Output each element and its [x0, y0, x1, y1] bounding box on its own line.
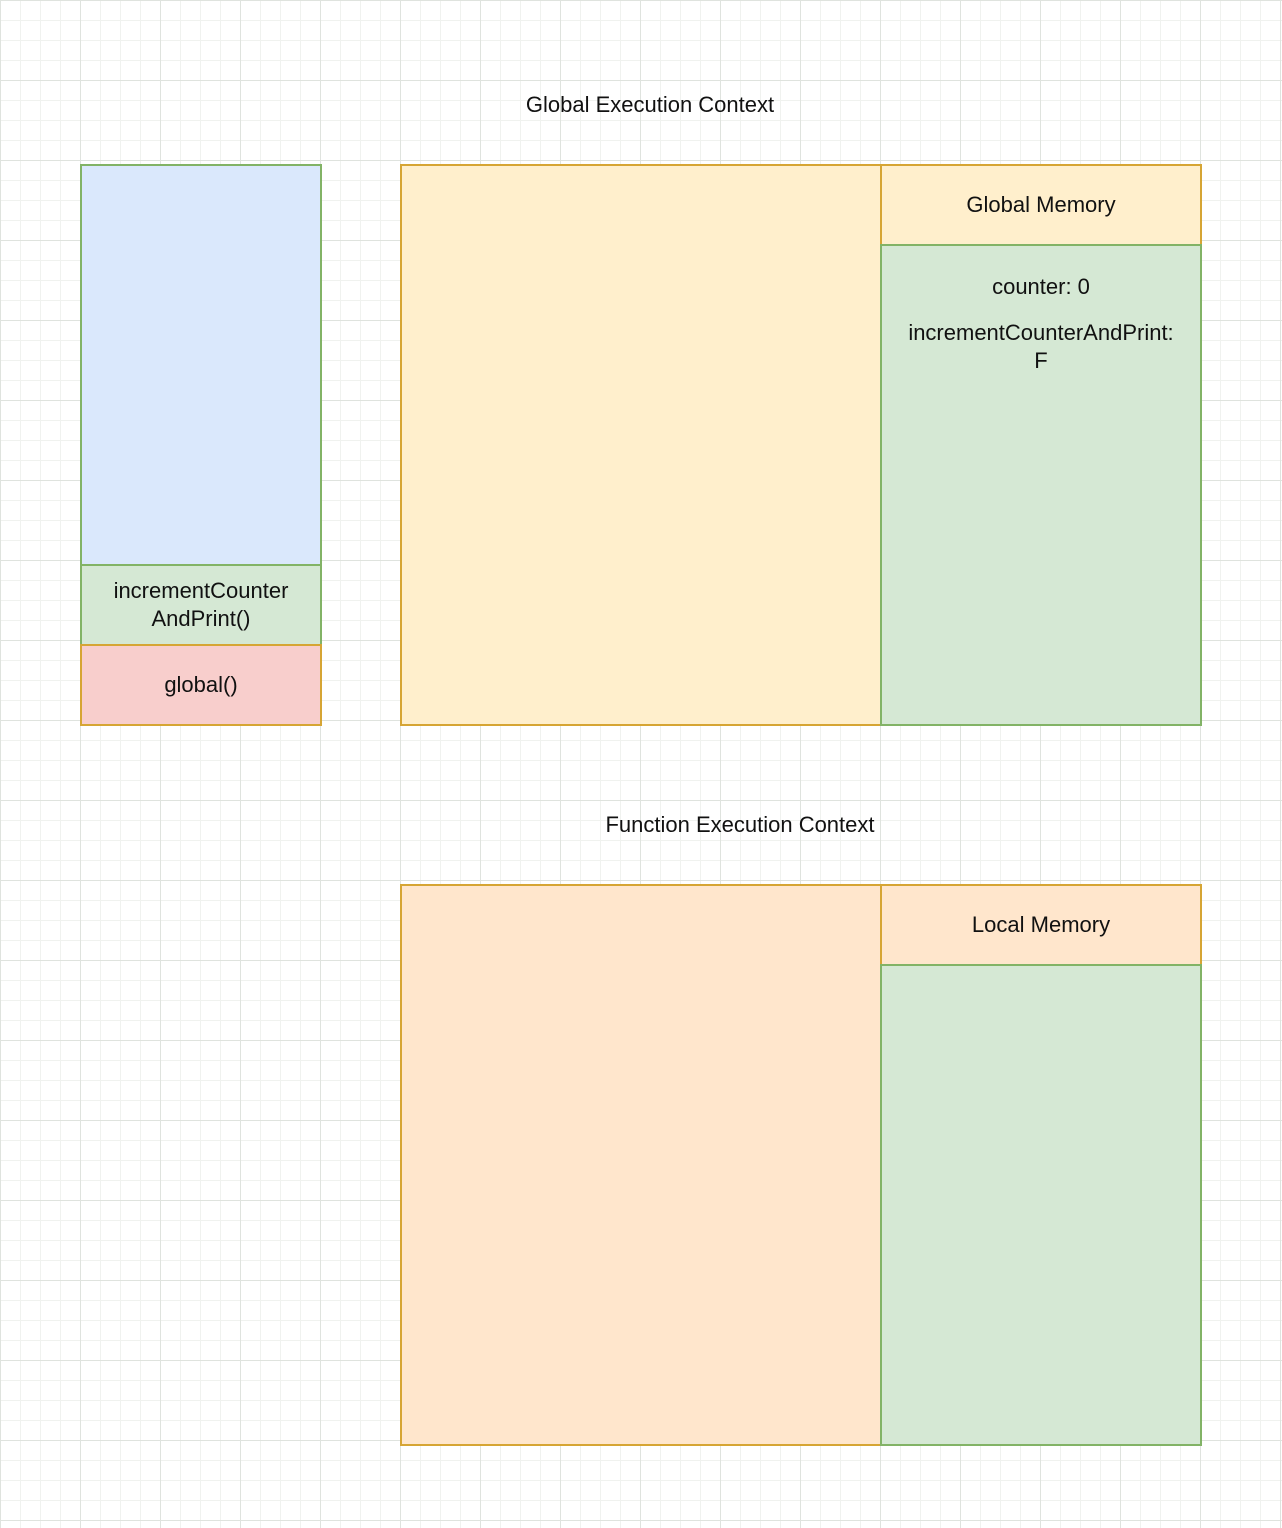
function-context-thread-area	[400, 884, 882, 1446]
call-stack-frame-increment: incrementCounter AndPrint()	[80, 564, 322, 646]
local-memory-header: Local Memory	[880, 884, 1202, 966]
global-context-thread-area	[400, 164, 882, 726]
local-memory-body	[880, 964, 1202, 1446]
function-context-title: Function Execution Context	[605, 812, 875, 837]
call-stack-empty-area	[80, 164, 322, 566]
global-memory-entry-function: incrementCounterAndPrint: F	[908, 320, 1174, 373]
global-memory-entry-counter: counter: 0	[992, 274, 1090, 299]
call-stack-frame-global: global()	[80, 644, 322, 726]
global-memory-header: Global Memory	[880, 164, 1202, 246]
global-memory-body: counter: 0 incrementCounterAndPrint: F	[880, 244, 1202, 726]
global-context-title: Global Execution Context	[525, 92, 775, 117]
